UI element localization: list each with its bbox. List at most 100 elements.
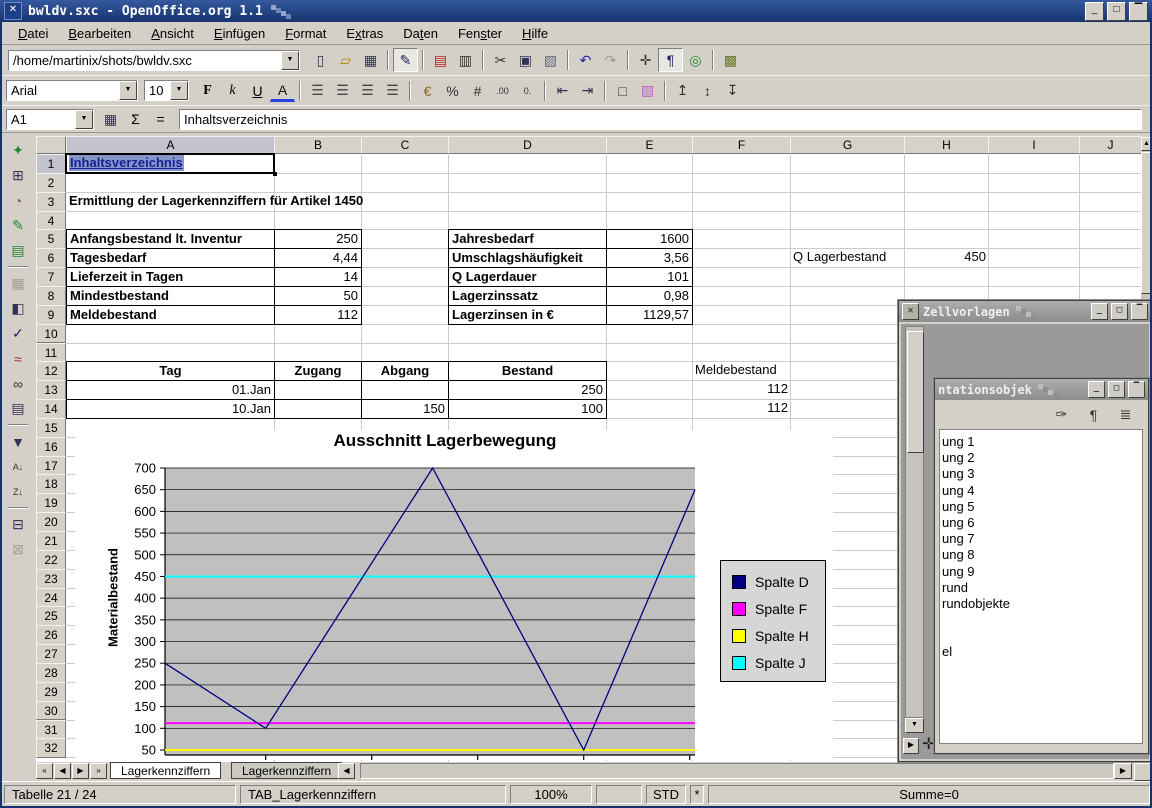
window-system-icon[interactable]: ✕ <box>4 2 22 20</box>
column-header-F[interactable]: F <box>692 136 791 154</box>
column-header-H[interactable]: H <box>904 136 989 154</box>
name-box-dropdown-icon[interactable]: ▼ <box>75 110 93 129</box>
sheet-first-icon[interactable]: « <box>36 763 53 779</box>
style-list-item[interactable]: ung 1 <box>940 434 1142 450</box>
autospellcheck-icon[interactable]: ≈ <box>5 346 31 371</box>
row-header-19[interactable]: 19 <box>36 493 66 513</box>
row-header-28[interactable]: 28 <box>36 663 66 683</box>
align-center-icon[interactable]: ☰ <box>330 79 355 103</box>
row-header-7[interactable]: 7 <box>36 267 66 287</box>
style-list-item[interactable]: ung 3 <box>940 466 1142 482</box>
datasources-icon[interactable]: ▤ <box>5 396 31 421</box>
form-functions-icon[interactable]: ▤ <box>5 238 31 263</box>
row-header-9[interactable]: 9 <box>36 305 66 325</box>
new-style-icon[interactable]: ¶ <box>1081 403 1106 427</box>
cell-C13[interactable] <box>361 380 449 400</box>
cell-A12[interactable]: Tag <box>66 361 275 381</box>
borders-icon[interactable]: □ <box>610 79 635 103</box>
cell-E5[interactable]: 1600 <box>606 229 693 249</box>
maximize-button[interactable]: □ <box>1107 2 1126 21</box>
sheet-next-icon[interactable]: ▶ <box>72 763 89 779</box>
decrease-indent-icon[interactable]: ⇤ <box>550 79 575 103</box>
ungroup-icon[interactable]: ⊠ <box>5 537 31 562</box>
row-header-22[interactable]: 22 <box>36 550 66 570</box>
cell-A14[interactable]: 10.Jan <box>66 399 275 419</box>
cell-F14[interactable]: 112 <box>692 399 791 419</box>
row-header-4[interactable]: 4 <box>36 211 66 231</box>
row-header-16[interactable]: 16 <box>36 437 66 457</box>
sheet-position-field[interactable]: Tabelle 21 / 24 <box>4 785 236 804</box>
row-header-27[interactable]: 27 <box>36 644 66 664</box>
italic-icon[interactable]: k <box>220 79 245 103</box>
edit-file-icon[interactable]: ✎ <box>393 48 418 72</box>
scroll-down-icon[interactable]: ▼ <box>905 718 924 733</box>
export-pdf-icon[interactable]: ▤ <box>428 48 453 72</box>
scroll-thumb[interactable] <box>907 331 924 453</box>
align-justify-icon[interactable]: ☰ <box>380 79 405 103</box>
cell-B6[interactable]: 4,44 <box>274 248 362 268</box>
presentation-window-titlebar[interactable]: ntationsobjek _ □ ▔ <box>935 379 1148 400</box>
menu-daten[interactable]: Daten <box>393 24 448 43</box>
cell-A7[interactable]: Lieferzeit in Tagen <box>66 267 275 287</box>
cell-D14[interactable]: 100 <box>448 399 607 419</box>
currency-icon[interactable]: € <box>415 79 440 103</box>
align-middle-icon[interactable]: ↕ <box>695 79 720 103</box>
row-header-1[interactable]: 1 <box>36 154 66 174</box>
style-list-item[interactable]: ung 7 <box>940 531 1142 547</box>
row-header-23[interactable]: 23 <box>36 569 66 589</box>
minimize-button[interactable]: _ <box>1085 2 1104 21</box>
group-icon[interactable]: ⊟ <box>5 512 31 537</box>
increase-indent-icon[interactable]: ⇥ <box>575 79 600 103</box>
draw-functions-icon[interactable]: ✎ <box>5 213 31 238</box>
paste-icon[interactable]: ▨ <box>538 48 563 72</box>
sheet-tab-1[interactable]: Lagerkennziffern <box>110 762 221 779</box>
rollup-button[interactable]: ▔ <box>1131 303 1148 320</box>
cell-B8[interactable]: 50 <box>274 286 362 306</box>
row-header-30[interactable]: 30 <box>36 701 66 721</box>
rollup-button[interactable]: ▔ <box>1129 2 1148 21</box>
cell-C12[interactable]: Abgang <box>361 361 449 381</box>
cell-D13[interactable]: 250 <box>448 380 607 400</box>
close-icon[interactable]: ✕ <box>902 303 919 320</box>
menu-einfügen[interactable]: Einfügen <box>204 24 275 43</box>
sum-field[interactable]: Summe=0 <box>708 785 1150 804</box>
copy-icon[interactable]: ▣ <box>513 48 538 72</box>
url-dropdown-icon[interactable]: ▼ <box>281 51 299 70</box>
row-header-21[interactable]: 21 <box>36 531 66 551</box>
cell-E6[interactable]: 3,56 <box>606 248 693 268</box>
choose-themes-icon[interactable]: ◧ <box>5 296 31 321</box>
row-header-10[interactable]: 10 <box>36 324 66 344</box>
cell-B13[interactable] <box>274 380 362 400</box>
row-header-18[interactable]: 18 <box>36 474 66 494</box>
cell-H6[interactable]: 450 <box>904 248 989 268</box>
row-header-26[interactable]: 26 <box>36 625 66 645</box>
formula-input[interactable] <box>180 112 1141 127</box>
cell-G6[interactable]: Q Lagerbestand <box>790 248 905 268</box>
cell-D8[interactable]: Lagerzinssatz <box>448 286 607 306</box>
insert-icon[interactable]: ✦ <box>5 138 31 163</box>
chart-object[interactable]: Ausschnitt Lagerbewegung Materialbestand… <box>75 430 833 760</box>
cell-C14[interactable]: 150 <box>361 399 449 419</box>
update-style-icon[interactable]: ≣ <box>1113 403 1138 427</box>
align-right-icon[interactable]: ☰ <box>355 79 380 103</box>
column-header-B[interactable]: B <box>274 136 362 154</box>
cut-icon[interactable]: ✂ <box>488 48 513 72</box>
row-header-15[interactable]: 15 <box>36 418 66 438</box>
undo-icon[interactable]: ↶ <box>573 48 598 72</box>
cell-D12[interactable]: Bestand <box>448 361 607 381</box>
cell-E7[interactable]: 101 <box>606 267 693 287</box>
fill-format-icon[interactable]: ✑ <box>1049 403 1074 427</box>
insert-mode-field[interactable] <box>596 785 642 804</box>
style-list-item[interactable]: ung 2 <box>940 450 1142 466</box>
style-list-item[interactable]: ung 4 <box>940 483 1142 499</box>
row-header-29[interactable]: 29 <box>36 682 66 702</box>
font-name-input[interactable] <box>7 83 119 98</box>
url-input[interactable] <box>9 53 281 68</box>
cell-D7[interactable]: Q Lagerdauer <box>448 267 607 287</box>
cell-E8[interactable]: 0,98 <box>606 286 693 306</box>
row-header-6[interactable]: 6 <box>36 248 66 268</box>
style-list-item[interactable]: rund <box>940 580 1142 596</box>
column-header-D[interactable]: D <box>448 136 607 154</box>
insert-chart-icon[interactable]: ◔ <box>5 188 31 213</box>
menu-format[interactable]: Format <box>275 24 336 43</box>
